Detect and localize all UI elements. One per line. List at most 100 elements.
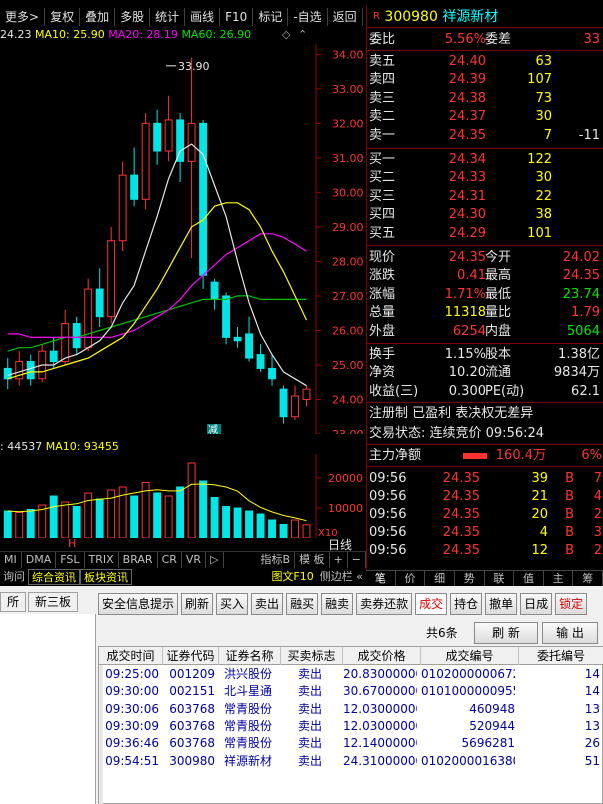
indicator-tab[interactable]: BRAR — [119, 552, 158, 568]
indicator-tab[interactable]: − — [348, 552, 366, 568]
ma-legend: 24.23 MA10: 25.90 MA20: 28.19 MA60: 26.9… — [0, 28, 307, 44]
high-price-label: 33.90 — [178, 60, 210, 73]
indicator-tab[interactable]: FSL — [56, 552, 85, 568]
column-header[interactable]: 成交时间 — [99, 647, 163, 665]
price-tick-label: 30.00 — [332, 186, 364, 199]
bid-price: 24.29 — [448, 225, 486, 241]
info-tab[interactable]: 侧边栏 « — [317, 569, 366, 585]
indicator-tab[interactable]: ▷ — [206, 552, 224, 568]
table-row[interactable]: 09:25:00 001209 洪兴股份 卖出 20.83000000 010200000… — [99, 666, 603, 683]
right-tab[interactable]: 势 — [455, 571, 485, 586]
bid-label: 买四 — [369, 207, 396, 223]
toolbar-item[interactable]: 更多> — [0, 8, 46, 26]
quote-label: 今开 — [485, 250, 512, 265]
tick-volume: 20 — [531, 507, 548, 522]
table-cell: 520944 — [469, 718, 515, 733]
bid-volume: 101 — [527, 225, 552, 241]
fund-label: 收益(三) — [369, 383, 419, 399]
indicator-tab[interactable]: + — [330, 552, 348, 568]
column-header[interactable]: 成交价格 — [343, 647, 421, 665]
candle-body — [95, 288, 104, 318]
trade-toolbar: 安全信息提示 刷新 买入 卖出 融买 融卖 卖券还款 成交 持仓 撤单 日成 锁定 — [98, 592, 603, 616]
trade-button[interactable]: 撤单 — [485, 593, 518, 615]
column-header[interactable]: 委托编号 — [519, 647, 603, 665]
toolbar-item[interactable]: 叠加 — [80, 8, 116, 26]
candlestick-chart[interactable]: 34.00 33.00 32.00 31.00 30.00 29.00 28.00 27.00… — [0, 44, 366, 434]
toolbar-item[interactable]: 标记 — [253, 8, 289, 26]
table-cell: 002151 — [169, 684, 215, 699]
indicator-tab[interactable]: MI — [0, 552, 22, 568]
indicator-tab[interactable]: 指标B — [257, 552, 296, 568]
ask-volume: 73 — [535, 90, 552, 106]
right-tab[interactable]: 值 — [514, 571, 544, 586]
column-header[interactable]: 证券代码 — [163, 647, 219, 665]
indicator-tab[interactable]: DMA — [22, 552, 57, 568]
volume-bar — [61, 501, 70, 538]
trade-button[interactable]: 锁定 — [555, 593, 588, 615]
candle-body — [49, 350, 58, 363]
trade-button[interactable]: 成交 — [415, 593, 448, 615]
trade-button[interactable]: 日成 — [520, 593, 553, 615]
info-tab[interactable]: 综合资讯 — [28, 568, 80, 585]
right-tab[interactable]: 价 — [396, 571, 426, 586]
left-tree[interactable] — [0, 614, 96, 804]
column-header[interactable]: 成交编号 — [421, 647, 519, 665]
info-tabs: 询问 综合资讯 板块资讯 图文F10 侧边栏 « — [0, 568, 366, 585]
right-tab[interactable]: 联 — [485, 571, 515, 586]
toolbar-item[interactable]: 画线 — [185, 8, 221, 26]
trade-button[interactable]: 融买 — [286, 593, 319, 615]
indicator-tab[interactable]: VR — [182, 552, 207, 568]
table-row[interactable]: 09:36:46 603768 常青股份 卖出 12.14000000 5696281 26 — [99, 735, 603, 752]
export-button[interactable]: 输 出 — [542, 622, 598, 644]
trade-button[interactable]: 刷新 — [181, 593, 214, 615]
diamond-icon[interactable]: ◇ — [282, 28, 290, 41]
trade-button[interactable]: 卖出 — [251, 593, 284, 615]
volume-chart[interactable]: 2000010000X10 — [0, 454, 366, 538]
right-tab[interactable]: 笔 — [366, 571, 396, 586]
trade-button[interactable]: 买入 — [216, 593, 249, 615]
tick-count: 2 — [593, 543, 602, 558]
indicator-tab[interactable]: CR — [158, 552, 182, 568]
bid-row: 买五 24.29 101 — [367, 225, 603, 243]
ask-label: 卖四 — [369, 72, 396, 88]
info-tab[interactable]: 图文F10 — [268, 569, 316, 585]
right-tab[interactable]: 细 — [425, 571, 455, 586]
trade-button[interactable]: 持仓 — [450, 593, 483, 615]
market-tab[interactable]: 新三板 — [28, 592, 79, 612]
toolbar-item[interactable]: 复权 — [45, 8, 81, 26]
table-row[interactable]: 09:54:51 300980 祥源新材 卖出 24.31000000 010200001… — [99, 753, 603, 770]
bid-row: 买一 24.34 122 — [367, 151, 603, 169]
refresh-button[interactable]: 刷 新 — [474, 622, 538, 644]
tick-side: B — [565, 543, 574, 558]
toolbar-item[interactable]: 多股 — [115, 8, 151, 26]
tick-row: 09:56 24.35 12 B 2 — [367, 542, 603, 560]
fund-value: 62.1 — [571, 383, 600, 399]
candle-body — [187, 122, 196, 162]
toolbar-item[interactable]: -自选 — [288, 8, 328, 26]
toolbar-item[interactable]: 返回 — [328, 8, 363, 26]
tick-count: 7 — [593, 471, 602, 486]
trade-button[interactable]: 卖券还款 — [356, 593, 413, 615]
toolbar-item[interactable]: 统计 — [150, 8, 186, 26]
table-cell: 卖出 — [297, 736, 322, 751]
toolbar-item[interactable]: F10 — [220, 8, 254, 26]
info-tab[interactable]: 板块资讯 — [80, 568, 132, 585]
info-tab[interactable]: 询问 — [0, 569, 28, 585]
trade-button[interactable]: 安全信息提示 — [98, 593, 179, 615]
volume-value: : 44537 — [0, 440, 43, 453]
chart-toolbar: 更多> 复权 叠加 多股 统计 画线 F10 标记 -自选 返回 — [0, 6, 366, 28]
table-row[interactable]: 09:30:09 603768 常青股份 卖出 12.03000000 520944 13 — [99, 718, 603, 735]
candle-body — [233, 336, 242, 342]
column-header[interactable]: 买卖标志 — [281, 647, 343, 665]
table-row[interactable]: 09:30:00 002151 北斗星通 卖出 30.67000000 010100000… — [99, 683, 603, 700]
market-tab[interactable]: 所 — [0, 592, 27, 612]
chevron-up-icon[interactable]: ⌃ — [298, 28, 307, 41]
column-header[interactable]: 证券名称 — [219, 647, 281, 665]
table-row[interactable]: 09:30:06 603768 常青股份 卖出 12.03000000 460948 13 — [99, 701, 603, 718]
indicator-tab[interactable]: TRIX — [85, 552, 119, 568]
trade-button[interactable]: 融卖 — [321, 593, 354, 615]
right-tab[interactable]: 筹 — [573, 571, 603, 586]
indicator-tab[interactable]: 模 板 — [295, 552, 330, 568]
right-tab[interactable]: 主 — [544, 571, 574, 586]
volume-ma10: MA10: 93455 — [45, 440, 119, 453]
